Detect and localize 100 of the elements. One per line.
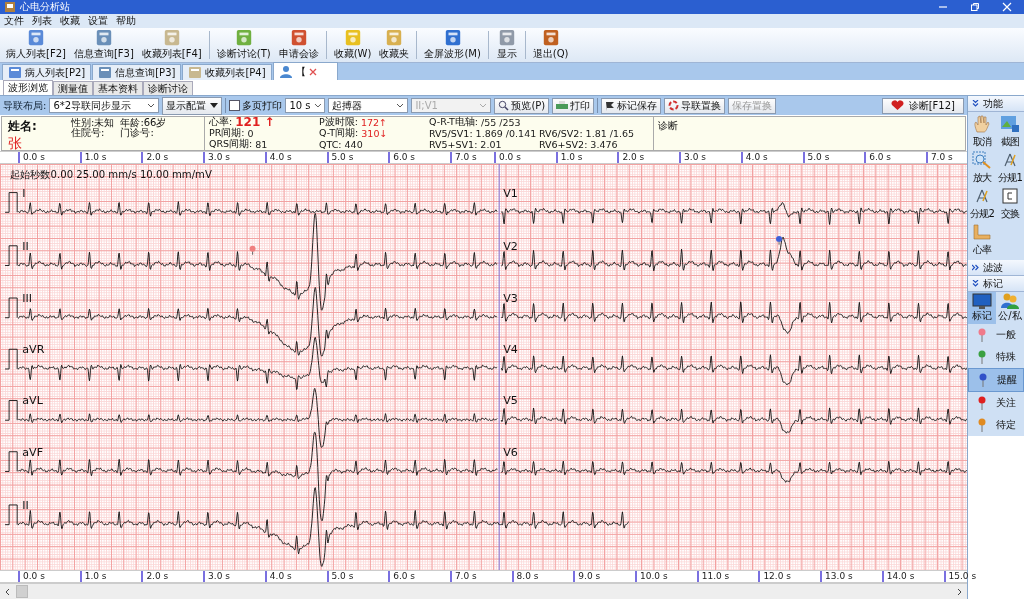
lead-label: V2 [503, 239, 518, 253]
toolbar-button[interactable]: 导联置换 [664, 97, 726, 114]
patient-field: 门诊号: [120, 128, 167, 138]
patient-name: 张 [8, 135, 23, 153]
tool-button[interactable]: 分规2 [968, 186, 996, 222]
view-tab[interactable]: 波形浏览 [3, 80, 53, 95]
toolbar-button[interactable]: 打印 [552, 97, 595, 114]
window-title: 心电分析站 [20, 0, 70, 14]
chevron-icon [147, 102, 156, 109]
menu-item[interactable]: 帮助 [116, 14, 136, 28]
lead-label: aVR [22, 343, 45, 357]
lead-label: V6 [503, 445, 518, 459]
lead-label: V1 [503, 186, 518, 200]
chevron-icon [479, 102, 488, 109]
lead-label: I [22, 186, 26, 200]
measurement-label: QRS间期: [209, 138, 253, 151]
horizontal-scrollbar[interactable] [0, 583, 967, 599]
measurement-value: 3.476 [590, 139, 618, 150]
view-tab[interactable]: 诊断讨论 [143, 81, 193, 95]
measurement-label: QTC: [319, 139, 342, 150]
toolbar-button[interactable]: 收藏列表[F4] [137, 28, 206, 62]
diagnose-button[interactable]: 诊断[F12] [881, 97, 964, 114]
section-header[interactable]: 标记 [968, 276, 1024, 292]
toolbar-button[interactable]: 信息查询[F3] [69, 28, 138, 62]
toolbar-button[interactable]: 申请会诊 [274, 28, 323, 62]
document-tab[interactable]: 【 [272, 62, 338, 80]
scrollbar-thumb[interactable] [16, 585, 28, 598]
hand-icon [972, 115, 992, 133]
layout-dropdown[interactable]: 6*2导联同步显示 [49, 98, 160, 113]
pin-icon[interactable] [249, 245, 256, 256]
chevron-icon [972, 100, 979, 107]
pin-icon[interactable] [776, 235, 783, 246]
tool-button[interactable]: 放大 [968, 150, 996, 186]
measurement-value: 2.01 [480, 139, 502, 150]
view-tab[interactable]: 测量值 [53, 81, 93, 95]
toolbar-button[interactable]: 诊断讨论(T) [212, 28, 275, 62]
marker-item[interactable]: 特殊 [968, 346, 1024, 368]
duration-dropdown[interactable]: 10 s [285, 98, 326, 113]
lead-label: II [22, 499, 29, 512]
close-icon[interactable] [308, 67, 317, 76]
marker-item[interactable]: 提醒 [968, 368, 1024, 392]
document-tab[interactable]: 收藏列表[P4] [182, 64, 272, 80]
chevron-icon [396, 102, 405, 109]
chevron-icon [313, 102, 322, 109]
document-tab[interactable]: 信息查询[P3] [92, 64, 182, 80]
ecg-settings-text: 起始秒数0.00 25.00 mm/s 10.00 mm/mV [10, 168, 212, 180]
lead-label: aVL [22, 394, 43, 408]
maximize-icon[interactable] [970, 2, 980, 12]
view-tab[interactable]: 基本资料 [93, 81, 143, 95]
tool-button[interactable]: 截图 [996, 114, 1024, 150]
marker-item[interactable]: 待定 [968, 414, 1024, 436]
printer-icon [556, 100, 569, 111]
marker-item[interactable]: 关注 [968, 392, 1024, 414]
multi-page-print-checkbox[interactable]: 多页打印 [229, 98, 283, 113]
toolbar-button[interactable]: 预览(P) [494, 97, 550, 114]
flag-icon [605, 100, 616, 111]
lead-label: V3 [503, 292, 518, 305]
patient-field: 住院号: [71, 128, 115, 138]
measurement-label: RV5+SV1: [429, 139, 478, 150]
measurement-value: 310↓ [361, 128, 388, 139]
display-config-button[interactable]: 显示配置 [162, 96, 223, 115]
measurement-value: 81 [255, 139, 268, 150]
toolbar-button[interactable]: 退出(Q) [528, 28, 573, 62]
measurement-value: 0 [247, 128, 254, 139]
section-header[interactable]: 滤波 [968, 260, 1024, 276]
measurement-value: /55 /253 [480, 117, 521, 128]
toolbar-button[interactable]: 收藏(W) [329, 28, 376, 62]
mode-button[interactable]: 公/私 [996, 292, 1024, 324]
heart-rate-value: 121 ↑ [235, 117, 275, 128]
menu-item[interactable]: 设置 [88, 14, 108, 28]
measurement-value: 1.81 /1.65 [585, 128, 635, 139]
monitor-icon [972, 293, 992, 309]
tool-button[interactable]: 心率 [968, 222, 996, 258]
document-tab[interactable]: 病人列表[P2] [2, 64, 92, 80]
measurement-value: 440 [344, 139, 363, 150]
tool-button[interactable]: 交换 [996, 186, 1024, 222]
patient-field: 性别:未知 [71, 118, 115, 128]
person-icon [278, 65, 293, 78]
patient-field: 年龄:66岁 [120, 118, 167, 128]
measurement-label: Q-T间期: [319, 127, 359, 140]
marker-item[interactable]: 一般 [968, 324, 1024, 346]
pacemaker-dropdown[interactable]: 起搏器 [328, 98, 409, 113]
swap-icon [1000, 187, 1020, 205]
swap-ring-icon [668, 100, 680, 111]
lead-label: III [22, 292, 33, 305]
section-header[interactable]: 功能 [968, 96, 1024, 112]
app-icon [4, 1, 16, 13]
measurement-label: Q-R-T电轴: [429, 116, 478, 129]
toolbar-button[interactable]: 病人列表[F2] [2, 28, 70, 62]
menu-item[interactable]: 列表 [32, 14, 52, 28]
tool-button[interactable]: 分规1 [996, 150, 1024, 186]
toolbar-button[interactable]: 收藏夹 [375, 28, 414, 62]
menu-item[interactable]: 文件 [4, 14, 24, 28]
measurement-value: 172↑ [360, 117, 388, 128]
toolbar-button[interactable]: 显示 [491, 28, 522, 62]
mode-button[interactable]: 标记 [968, 292, 996, 324]
toolbar-button[interactable]: 全屏波形(M) [420, 28, 485, 62]
toolbar-button[interactable]: 标记保存 [601, 97, 662, 114]
menu-item[interactable]: 收藏 [60, 14, 80, 28]
tool-button[interactable]: 取消 [968, 114, 996, 150]
